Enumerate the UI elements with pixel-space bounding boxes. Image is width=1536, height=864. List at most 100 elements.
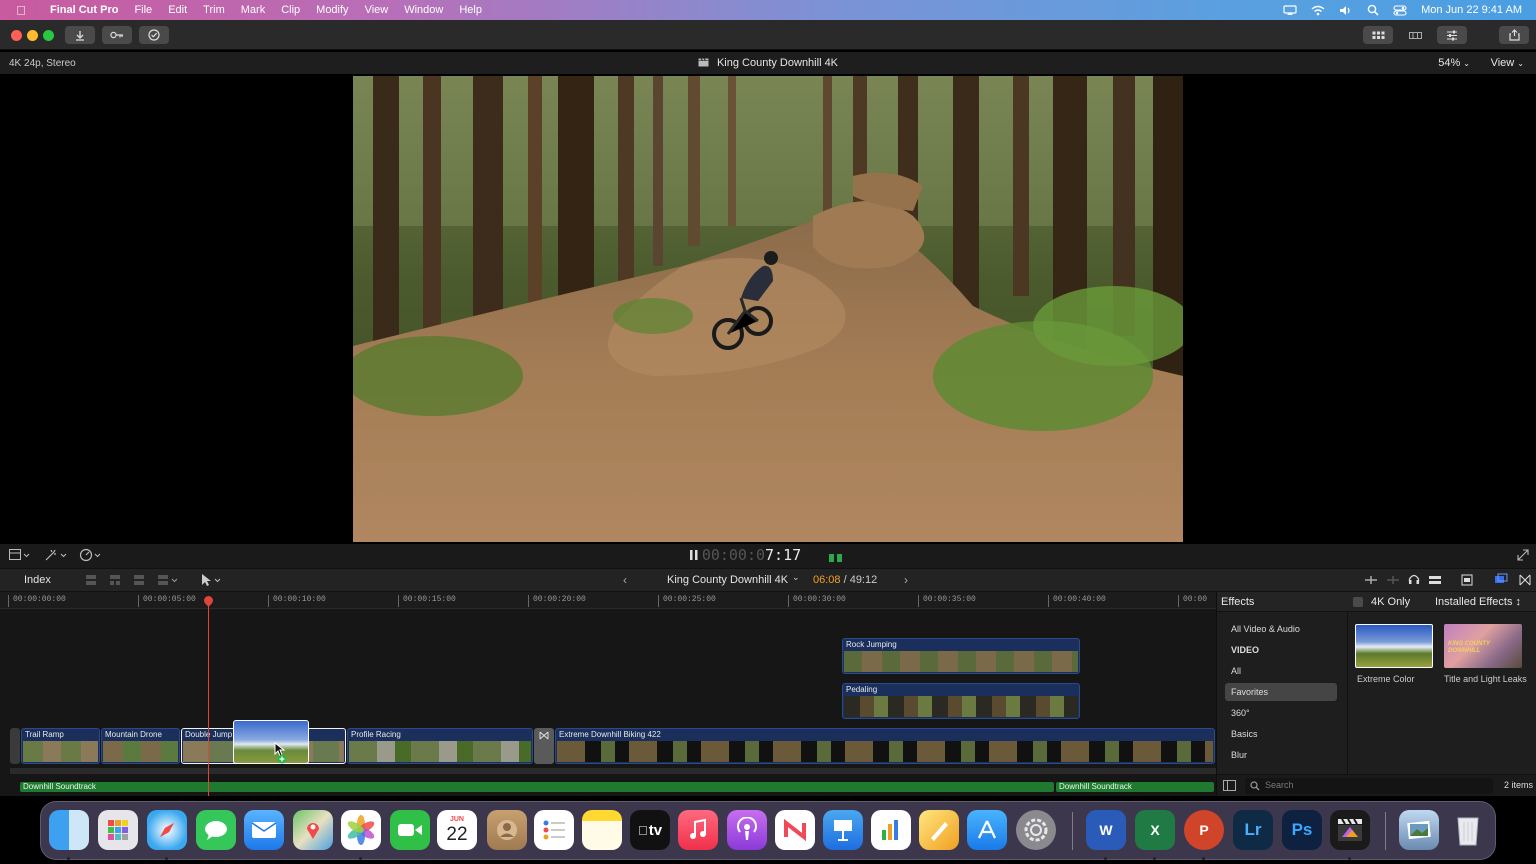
headphones-icon[interactable] bbox=[1408, 573, 1420, 585]
dock-mail-icon[interactable] bbox=[244, 810, 284, 850]
background-tasks-button[interactable] bbox=[139, 26, 169, 44]
inspector-toggle-button[interactable] bbox=[1437, 26, 1467, 44]
audio-clip-soundtrack[interactable]: Downhill Soundtrack bbox=[20, 782, 1054, 792]
chevron-down-icon[interactable]: ⌄ bbox=[792, 572, 800, 583]
timeline[interactable]: 00:00:00:00 00:00:05:00 00:00:10:00 00:0… bbox=[0, 592, 1216, 796]
dock-finder-icon[interactable] bbox=[49, 810, 89, 850]
category-all-video-audio[interactable]: All Video & Audio bbox=[1225, 620, 1337, 638]
effect-thumbnail-extreme-color[interactable] bbox=[1355, 624, 1433, 668]
clip-start-gap[interactable] bbox=[10, 728, 20, 764]
dock-photos-icon[interactable] bbox=[341, 810, 381, 850]
dock-notes-icon[interactable] bbox=[582, 810, 622, 850]
dock-calendar-icon[interactable]: JUN 22 bbox=[437, 810, 477, 850]
category-all[interactable]: All bbox=[1225, 662, 1337, 680]
connect-clip-icon[interactable] bbox=[157, 574, 179, 586]
clip-mountain-drone[interactable]: Mountain Drone bbox=[101, 728, 180, 764]
screen-mirroring-icon[interactable] bbox=[1283, 4, 1297, 16]
clip-profile-racing[interactable]: Profile Racing bbox=[347, 728, 533, 764]
menu-file[interactable]: File bbox=[126, 4, 160, 16]
minimize-window-button[interactable] bbox=[27, 30, 38, 41]
category-video[interactable]: VIDEO bbox=[1225, 641, 1337, 659]
next-project-arrow-icon[interactable]: › bbox=[904, 573, 908, 587]
close-window-button[interactable] bbox=[11, 30, 22, 41]
dock-keynote-icon[interactable] bbox=[823, 810, 863, 850]
category-360[interactable]: 360° bbox=[1225, 704, 1337, 722]
4k-only-label[interactable]: 4K Only bbox=[1371, 596, 1410, 608]
category-basics[interactable]: Basics bbox=[1225, 725, 1337, 743]
effects-browser-icon[interactable] bbox=[1494, 573, 1508, 585]
zoom-timeline-icon[interactable] bbox=[1364, 575, 1378, 585]
insert-clip-icon[interactable] bbox=[109, 574, 121, 586]
search-field[interactable]: Search bbox=[1245, 778, 1493, 794]
menu-mark[interactable]: Mark bbox=[233, 4, 273, 16]
menu-final-cut-pro[interactable]: Final Cut Pro bbox=[42, 4, 126, 16]
append-clip-icon[interactable] bbox=[85, 574, 97, 586]
menu-edit[interactable]: Edit bbox=[160, 4, 195, 16]
dock-excel-icon[interactable]: X bbox=[1135, 810, 1175, 850]
dock-music-icon[interactable] bbox=[678, 810, 718, 850]
view-menu[interactable]: View ⌄ bbox=[1491, 57, 1524, 69]
menu-clip[interactable]: Clip bbox=[273, 4, 308, 16]
apple-icon[interactable]:  bbox=[0, 3, 42, 18]
dock-final-cut-pro-icon[interactable] bbox=[1330, 810, 1370, 850]
dock-photoshop-icon[interactable]: Ps bbox=[1282, 810, 1322, 850]
dock-app-store-icon[interactable] bbox=[967, 810, 1007, 850]
timeline-ruler[interactable]: 00:00:00:00 00:00:05:00 00:00:10:00 00:0… bbox=[0, 592, 1216, 609]
pause-icon[interactable] bbox=[689, 550, 698, 560]
timeline-toggle-button[interactable] bbox=[1400, 26, 1430, 44]
menu-trim[interactable]: Trim bbox=[195, 4, 233, 16]
dock-powerpoint-icon[interactable]: P bbox=[1184, 810, 1224, 850]
dock-word-icon[interactable]: W bbox=[1086, 810, 1126, 850]
index-button[interactable]: Index bbox=[24, 574, 51, 586]
effect-name-extreme-color[interactable]: Extreme Color bbox=[1357, 674, 1441, 685]
control-center-icon[interactable] bbox=[1393, 4, 1407, 16]
dock-messages-icon[interactable] bbox=[196, 810, 236, 850]
video-frame[interactable] bbox=[353, 76, 1183, 542]
menu-help[interactable]: Help bbox=[451, 4, 490, 16]
zoom-menu[interactable]: 54% ⌄ bbox=[1438, 57, 1470, 69]
effect-name-title-light-leaks[interactable]: Title and Light Leaks bbox=[1444, 674, 1528, 685]
dock-contacts-icon[interactable] bbox=[487, 810, 527, 850]
previous-project-arrow-icon[interactable]: ‹ bbox=[623, 573, 627, 587]
dock-system-preferences-icon[interactable] bbox=[1016, 810, 1056, 850]
zoom-window-button[interactable] bbox=[43, 30, 54, 41]
audio-clip-soundtrack-2[interactable]: Downhill Soundtrack bbox=[1056, 782, 1214, 792]
select-tool-icon[interactable] bbox=[199, 573, 223, 587]
dragged-effect-thumbnail[interactable] bbox=[233, 720, 309, 764]
import-media-button[interactable] bbox=[65, 26, 95, 44]
menu-window[interactable]: Window bbox=[396, 4, 451, 16]
category-favorites[interactable]: Favorites bbox=[1225, 683, 1337, 701]
dock-tv-icon[interactable]: tv bbox=[630, 810, 670, 850]
clip-trail-ramp[interactable]: Trail Ramp bbox=[21, 728, 100, 764]
menu-view[interactable]: View bbox=[357, 4, 397, 16]
effect-thumbnail-title-light-leaks[interactable]: KING COUNTY DOWNHILL bbox=[1444, 624, 1522, 668]
dock-podcasts-icon[interactable] bbox=[727, 810, 767, 850]
solo-icon[interactable] bbox=[1428, 575, 1442, 585]
dock-maps-icon[interactable] bbox=[293, 810, 333, 850]
transitions-browser-icon[interactable] bbox=[1519, 574, 1531, 586]
audio-skimming-icon[interactable] bbox=[1386, 575, 1400, 585]
fullscreen-icon[interactable] bbox=[1517, 549, 1529, 561]
dock-numbers-icon[interactable] bbox=[871, 810, 911, 850]
wifi-icon[interactable] bbox=[1311, 5, 1325, 16]
clip-appearance-icon[interactable] bbox=[1461, 574, 1473, 586]
volume-icon[interactable] bbox=[1339, 5, 1353, 16]
connected-clip-pedaling[interactable]: Pedaling bbox=[842, 683, 1080, 719]
menu-modify[interactable]: Modify bbox=[308, 4, 356, 16]
overwrite-clip-icon[interactable] bbox=[133, 574, 145, 586]
dock-pages-icon[interactable] bbox=[919, 810, 959, 850]
spotlight-search-icon[interactable] bbox=[1367, 4, 1379, 16]
dock-news-icon[interactable] bbox=[775, 810, 815, 850]
sidebar-toggle-icon[interactable] bbox=[1223, 780, 1236, 791]
transition-cross-dissolve[interactable] bbox=[534, 728, 554, 764]
dock-facetime-icon[interactable] bbox=[390, 810, 430, 850]
share-button[interactable] bbox=[1499, 26, 1529, 44]
browser-toggle-button[interactable] bbox=[1363, 26, 1393, 44]
project-name[interactable]: King County Downhill 4K bbox=[667, 574, 788, 586]
dock-lightroom-icon[interactable]: Lr bbox=[1233, 810, 1273, 850]
installed-effects-menu[interactable]: Installed Effects ↕ bbox=[1435, 596, 1521, 608]
connected-clip-rock-jumping[interactable]: Rock Jumping bbox=[842, 638, 1080, 674]
dock-reminders-icon[interactable] bbox=[534, 810, 574, 850]
dock-launchpad-icon[interactable] bbox=[98, 810, 138, 850]
4k-only-checkbox[interactable] bbox=[1353, 597, 1363, 607]
